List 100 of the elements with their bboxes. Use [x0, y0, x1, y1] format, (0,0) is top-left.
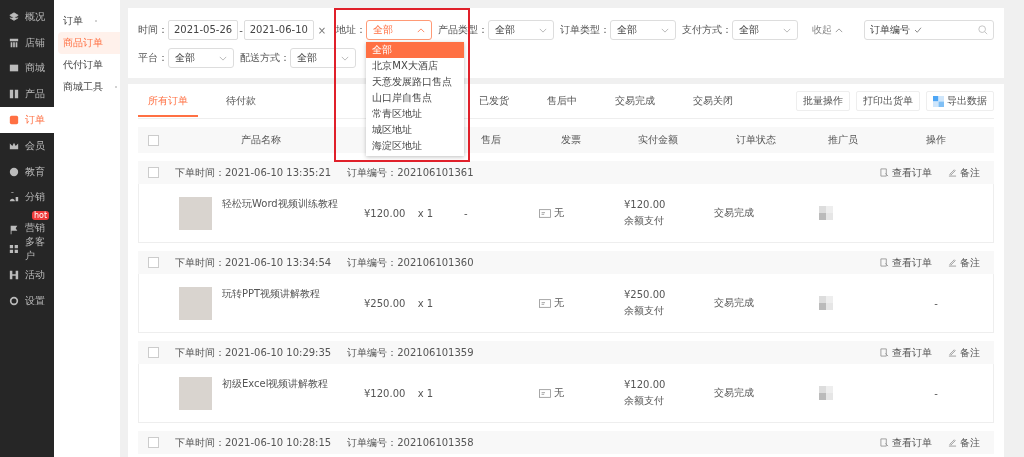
search-category[interactable]: 订单编号 — [870, 23, 910, 37]
sidebar-item[interactable]: 店铺 — [0, 29, 54, 56]
sidebar-item[interactable]: hot 营销 — [0, 210, 54, 237]
sidebar-label: 多客户 — [24, 235, 46, 264]
caret-icon — [341, 55, 349, 61]
order-number: 订单编号：202106101361 — [347, 165, 474, 180]
action-button[interactable]: 导出数据 — [926, 91, 994, 111]
order-tab[interactable]: 交易完成 — [605, 85, 665, 117]
hot-badge: hot — [32, 211, 50, 221]
flag-icon — [9, 225, 19, 236]
select-field[interactable]: 全部 — [732, 20, 799, 40]
checkbox[interactable] — [148, 257, 159, 268]
order-status: 交易完成 — [714, 206, 754, 220]
sidebar-item[interactable]: 产品 — [0, 81, 54, 108]
sidebar-label: 教育 — [25, 164, 45, 179]
submenu-item[interactable]: 代付订单 — [54, 54, 120, 76]
after-sale-value: - — [464, 207, 468, 219]
checkbox[interactable] — [148, 437, 159, 448]
column-header: 售后 — [479, 133, 502, 147]
layers-icon — [9, 11, 19, 22]
select-field[interactable]: 全部 — [610, 20, 677, 40]
column-header: 推广员 — [827, 133, 859, 147]
search-icon — [978, 25, 988, 35]
filter-label: 配送方式： — [240, 51, 290, 65]
sidebar-item[interactable]: 分销 — [0, 184, 54, 211]
photo-placeholder — [179, 376, 212, 410]
dropdown-option[interactable]: 常青区地址 — [366, 106, 465, 122]
collapse-link[interactable]: 收起 — [812, 23, 833, 37]
product-name[interactable]: 轻松玩Word视频训练教程 — [222, 196, 338, 211]
sidebar-label: 营销 — [25, 221, 45, 236]
date-field[interactable]: 2021-05-26 — [168, 20, 239, 40]
select-field[interactable]: 全部 — [488, 20, 555, 40]
sidebar-label: 订单 — [25, 113, 45, 128]
column-header: 订单状态 — [734, 133, 777, 147]
order-tab[interactable]: 已发货 — [469, 85, 519, 117]
column-header: 发票 — [559, 133, 582, 147]
sidebar-item[interactable]: 概况 — [0, 4, 54, 30]
sidebar-item[interactable]: 会员 — [0, 133, 54, 159]
document-icon — [880, 258, 889, 267]
product-name[interactable]: 初级Excel视频讲解教程 — [222, 376, 329, 391]
sidebar-item[interactable]: 商城 — [0, 55, 54, 82]
unit-price: ¥250.00 — [364, 297, 406, 309]
date-field[interactable]: 2021-06-10 — [243, 20, 314, 40]
submenu-item[interactable]: 商城工具 — [54, 76, 120, 98]
order-number: 订单编号：202106101358 — [347, 435, 474, 450]
checkbox[interactable] — [148, 347, 159, 358]
quantity: x 1 — [417, 207, 434, 219]
caret-icon — [539, 27, 548, 33]
unit-price: ¥120.00 — [364, 387, 406, 399]
invoice-icon — [539, 388, 551, 398]
photo-placeholder — [179, 286, 212, 320]
dropdown-option[interactable]: 山口岸自售点 — [366, 90, 465, 106]
user-icon — [9, 192, 19, 203]
sidebar-item[interactable]: 活动 — [0, 261, 54, 288]
order-tab[interactable]: 售后中 — [537, 85, 587, 117]
select-field[interactable]: 全部 — [168, 48, 234, 68]
column-header: 操作 — [925, 133, 947, 147]
sidebar-label: 活动 — [25, 267, 45, 282]
sidebar-item[interactable]: 教育 — [0, 158, 54, 185]
paid-amount: ¥250.00 — [624, 288, 666, 300]
dropdown-option[interactable]: 城区地址 — [366, 122, 465, 138]
submenu-item[interactable]: 订单 — [54, 10, 120, 32]
caret-icon — [835, 27, 844, 33]
note-link[interactable]: 备注 — [948, 165, 980, 180]
view-order-link[interactable]: 查看订单 — [880, 255, 932, 270]
column-header: 实付金额 — [637, 133, 679, 147]
document-icon — [880, 438, 889, 447]
note-link[interactable]: 备注 — [948, 255, 980, 270]
action-button[interactable]: 批量操作 — [796, 91, 850, 111]
filter-label: 地址： — [336, 23, 367, 37]
dropdown-option[interactable]: 北京MX大酒店 — [366, 58, 465, 74]
action-button[interactable]: 打印出货单 — [856, 91, 920, 111]
product-name[interactable]: 玩转PPT视频讲解教程 — [222, 286, 321, 301]
sidebar-label: 设置 — [25, 293, 45, 308]
view-order-link[interactable]: 查看订单 — [880, 345, 932, 360]
clear-button[interactable]: × — [317, 24, 327, 36]
checkbox[interactable] — [148, 167, 159, 178]
order-tab[interactable]: 待付款 — [216, 85, 266, 117]
document-icon — [880, 348, 889, 357]
payment-method: 余额支付 — [624, 393, 664, 408]
sidebar-item[interactable]: 多客户 — [0, 236, 54, 262]
search-field[interactable]: 订单编号 — [864, 20, 994, 40]
select-field[interactable]: 全部 — [290, 48, 356, 68]
note-link[interactable]: 备注 — [948, 345, 980, 360]
order-status: 交易完成 — [714, 296, 754, 310]
note-link[interactable]: 备注 — [948, 435, 980, 450]
view-order-link[interactable]: 查看订单 — [880, 165, 932, 180]
order-tab[interactable]: 交易关闭 — [683, 85, 743, 117]
quantity: x 1 — [417, 387, 434, 399]
filter-label: 时间： — [138, 23, 168, 37]
sidebar-item[interactable]: 设置 — [0, 287, 54, 314]
dropdown-option[interactable]: 天意发展路口售点 — [366, 74, 465, 90]
dropdown-option[interactable]: 海淀区地址 — [366, 138, 465, 154]
checkbox[interactable] — [148, 134, 159, 146]
edit-icon — [948, 258, 957, 267]
invoice-value: 无 — [554, 206, 564, 220]
order-time: 下单时间：2021-06-10 10:28:15 — [175, 435, 332, 450]
invoice-icon — [539, 208, 551, 218]
view-order-link[interactable]: 查看订单 — [880, 435, 932, 450]
payment-method: 余额支付 — [624, 303, 664, 318]
